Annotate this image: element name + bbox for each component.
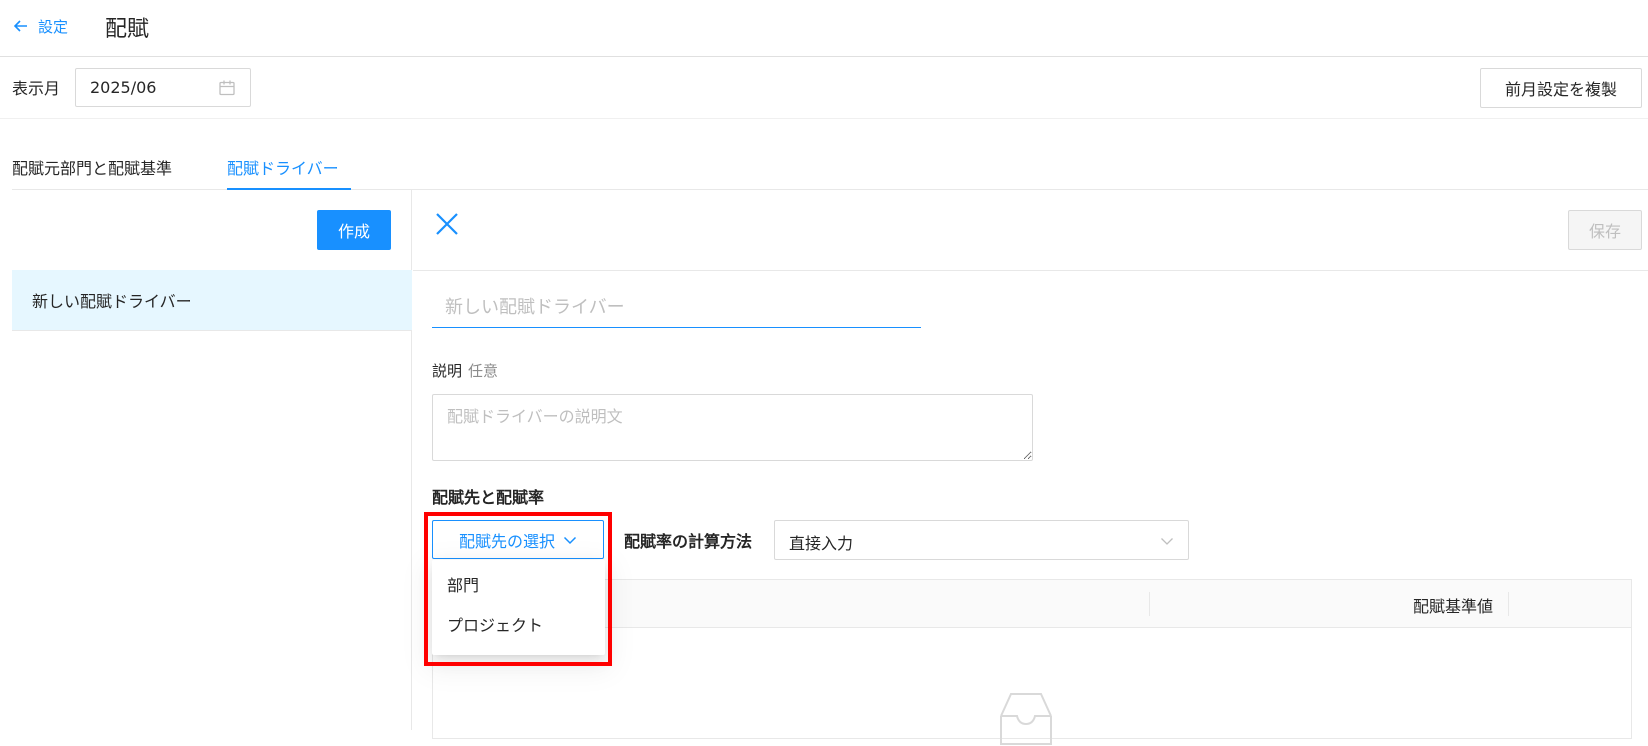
optional-tag: 任意 [468,362,499,380]
dropdown-option-project[interactable]: プロジェクト [432,604,605,644]
back-label: 設定 [38,17,69,36]
calc-method-select[interactable]: 直接入力 [774,520,1189,560]
toolbar: 表示月 2025/06 前月設定を複製 [0,57,1648,119]
copy-previous-month-button[interactable]: 前月設定を複製 [1480,68,1642,108]
calendar-icon [219,80,235,96]
close-icon[interactable] [433,210,461,238]
month-value: 2025/06 [90,78,157,97]
allocation-target-select[interactable]: 配賦先の選択 [432,520,604,559]
empty-inbox-icon [1000,693,1052,745]
month-label: 表示月 [12,79,61,98]
editor-header: 保存 [413,190,1648,271]
calc-method-label: 配賦率の計算方法 [624,532,753,551]
column-divider [1149,592,1150,616]
allocation-target-dropdown: 部門 プロジェクト [432,560,605,655]
allocation-table: 配賦基準値 [432,579,1632,745]
driver-list-pane: 作成 新しい配賦ドライバー [12,190,412,730]
tab-source-departments[interactable]: 配賦元部門と配賦基準 [12,155,172,190]
section-title: 配賦先と配賦率 [432,488,545,507]
driver-list-item[interactable]: 新しい配賦ドライバー [12,270,412,331]
calc-method-value: 直接入力 [789,534,854,553]
arrow-left-icon [13,20,27,32]
tab-allocation-drivers[interactable]: 配賦ドライバー [227,155,351,190]
back-to-settings-link[interactable]: 設定 [12,15,68,37]
description-label: 説明 任意 [432,360,498,381]
column-header-base-value: 配賦基準値 [1412,597,1493,616]
target-select-label: 配賦先の選択 [458,531,555,551]
page-title: 配賦 [105,17,150,42]
chevron-down-icon [1161,538,1173,545]
save-button[interactable]: 保存 [1568,210,1642,250]
app-header: 設定 配賦 [0,0,1648,57]
dropdown-option-department[interactable]: 部門 [432,564,605,604]
chevron-down-icon [563,536,577,544]
description-label-text: 説明 [432,362,463,380]
create-button[interactable]: 作成 [317,210,391,250]
description-textarea[interactable] [432,394,1033,461]
column-divider [1508,592,1509,616]
table-header: 配賦基準値 [433,580,1631,628]
driver-name-input[interactable] [432,288,921,328]
month-picker[interactable]: 2025/06 [75,68,251,107]
tab-bar: 配賦元部門と配賦基準 配賦ドライバー [12,119,1648,190]
